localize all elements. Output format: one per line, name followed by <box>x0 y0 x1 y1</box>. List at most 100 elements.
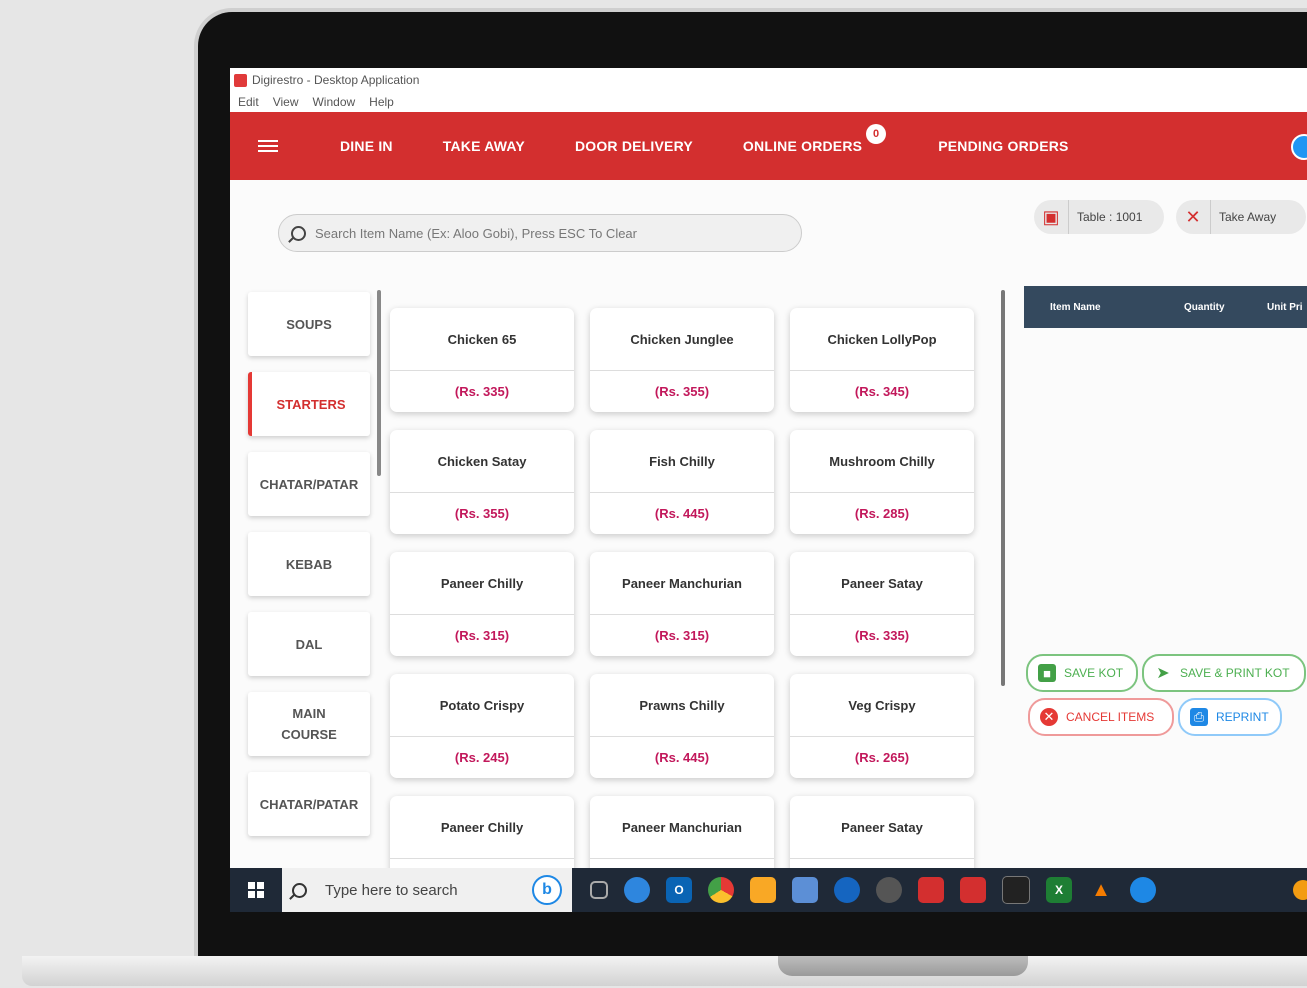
menu-view[interactable]: View <box>273 95 299 109</box>
category-scrollbar[interactable] <box>377 290 381 476</box>
cancel-items-label: CANCEL ITEMS <box>1066 710 1155 724</box>
chair-icon: ▣ <box>1034 200 1069 234</box>
category-list: SOUPS STARTERS CHATAR/PATAR KEBAB DAL MA… <box>248 292 370 852</box>
send-icon: ➤ <box>1156 665 1170 682</box>
cutlery-icon: ✕ <box>1176 200 1211 234</box>
item-name: Potato Crispy <box>390 674 574 737</box>
item-price: (Rs. 355) <box>654 384 710 399</box>
item-name: Prawns Chilly <box>590 674 774 737</box>
taskbar-search-placeholder: Type here to search <box>325 881 458 899</box>
category-kebab[interactable]: KEBAB <box>248 532 370 596</box>
category-soups[interactable]: SOUPS <box>248 292 370 356</box>
chrome-icon[interactable] <box>708 877 734 903</box>
zoom-icon[interactable] <box>834 877 860 903</box>
bing-icon[interactable]: b <box>532 875 562 905</box>
category-dal[interactable]: DAL <box>248 612 370 676</box>
save-print-kot-button[interactable]: ➤ SAVE & PRINT KOT <box>1142 654 1306 692</box>
item-card[interactable]: Mushroom Chilly (Rs. 285) <box>790 430 974 534</box>
item-search-input[interactable]: Search Item Name (Ex: Aloo Gobi), Press … <box>278 214 802 252</box>
take-away-chip[interactable]: ✕ Take Away <box>1176 200 1306 234</box>
outlook-icon[interactable]: O <box>666 877 692 903</box>
item-name: Mushroom Chilly <box>790 430 974 493</box>
item-price: (Rs. 285) <box>854 506 910 521</box>
notification-icon[interactable] <box>1293 880 1307 900</box>
windows-start-icon[interactable] <box>248 882 264 898</box>
item-card[interactable]: Chicken Junglee (Rs. 355) <box>590 308 774 412</box>
table-chip[interactable]: ▣ Table : 1001 <box>1034 200 1164 234</box>
taskbar-apps: O X ▲ <box>590 876 1156 904</box>
app-screen: Digirestro - Desktop Application Edit Vi… <box>230 68 1307 912</box>
item-card[interactable]: Potato Crispy (Rs. 245) <box>390 674 574 778</box>
item-card[interactable]: Veg Crispy (Rs. 265) <box>790 674 974 778</box>
save-print-kot-label: SAVE & PRINT KOT <box>1180 666 1290 680</box>
item-price: (Rs. 355) <box>454 506 510 521</box>
category-starters[interactable]: STARTERS <box>248 372 370 436</box>
hamburger-menu-icon[interactable] <box>258 140 278 152</box>
save-kot-label: SAVE KOT <box>1064 666 1124 680</box>
pos-content: Search Item Name (Ex: Aloo Gobi), Press … <box>230 180 1307 912</box>
menu-edit[interactable]: Edit <box>238 95 259 109</box>
item-card[interactable]: Prawns Chilly (Rs. 445) <box>590 674 774 778</box>
top-nav: DINE IN TAKE AWAY DOOR DELIVERY ONLINE O… <box>230 112 1307 180</box>
vlc-icon[interactable]: ▲ <box>1088 877 1114 903</box>
item-card[interactable]: Paneer Manchurian (Rs. 315) <box>590 552 774 656</box>
cancel-items-button[interactable]: ✕ CANCEL ITEMS <box>1028 698 1174 736</box>
task-view-icon[interactable] <box>590 881 608 899</box>
notes-icon[interactable] <box>792 877 818 903</box>
menu-window[interactable]: Window <box>312 95 355 109</box>
item-name: Paneer Satay <box>790 796 974 859</box>
item-name: Chicken 65 <box>390 308 574 371</box>
taskbar-search-input[interactable]: Type here to search b <box>282 868 572 912</box>
category-main-course[interactable]: MAIN COURSE <box>248 692 370 756</box>
save-kot-button[interactable]: ■ SAVE KOT <box>1026 654 1138 692</box>
item-name: Chicken Satay <box>390 430 574 493</box>
online-orders-badge: 0 <box>866 124 887 144</box>
nav-pending-orders[interactable]: PENDING ORDERS <box>938 138 1068 154</box>
category-chatar-patar[interactable]: CHATAR/PATAR <box>248 452 370 516</box>
laptop-base <box>22 956 1307 986</box>
file-explorer-icon[interactable] <box>750 877 776 903</box>
item-card[interactable]: Chicken 65 (Rs. 335) <box>390 308 574 412</box>
edge-icon[interactable] <box>624 877 650 903</box>
item-name: Paneer Chilly <box>390 552 574 615</box>
teamviewer-icon[interactable] <box>1130 877 1156 903</box>
item-price: (Rs. 445) <box>654 506 710 521</box>
nav-door-delivery[interactable]: DOOR DELIVERY <box>575 138 693 154</box>
terminal-icon[interactable] <box>1002 876 1030 904</box>
item-card[interactable]: Paneer Chilly (Rs. 315) <box>390 552 574 656</box>
excel-icon[interactable]: X <box>1046 877 1072 903</box>
item-price: (Rs. 245) <box>454 750 510 765</box>
reprint-button[interactable]: ⎙ REPRINT <box>1178 698 1282 736</box>
digirestro-app-icon[interactable] <box>918 877 944 903</box>
search-icon <box>291 225 306 241</box>
printer-icon: ⎙ <box>1190 708 1208 726</box>
category-chatar-patar-2[interactable]: CHATAR/PATAR <box>248 772 370 836</box>
save-icon: ■ <box>1038 664 1056 682</box>
item-name: Paneer Manchurian <box>590 796 774 859</box>
cancel-icon: ✕ <box>1040 708 1058 726</box>
item-card[interactable]: Chicken Satay (Rs. 355) <box>390 430 574 534</box>
item-card[interactable]: Paneer Satay (Rs. 335) <box>790 552 974 656</box>
menu-help[interactable]: Help <box>369 95 394 109</box>
windows-taskbar: Type here to search b O X ▲ <box>230 868 1307 912</box>
item-grid-scrollbar[interactable] <box>1001 290 1005 686</box>
col-quantity: Quantity <box>1184 301 1225 313</box>
item-price: (Rs. 445) <box>654 750 710 765</box>
settings-gear-icon[interactable] <box>876 877 902 903</box>
menu-bar: Edit View Window Help <box>230 92 1307 112</box>
title-bar: Digirestro - Desktop Application <box>230 68 1307 92</box>
nav-dine-in[interactable]: DINE IN <box>340 138 393 154</box>
item-grid: Chicken 65 (Rs. 335) Chicken Junglee (Rs. … <box>390 308 976 900</box>
user-avatar[interactable] <box>1291 134 1307 160</box>
order-table-header: Item Name Quantity Unit Pri <box>1024 286 1307 328</box>
anydesk-icon[interactable] <box>960 877 986 903</box>
item-card[interactable]: Chicken LollyPop (Rs. 345) <box>790 308 974 412</box>
item-card[interactable]: Fish Chilly (Rs. 445) <box>590 430 774 534</box>
window-title: Digirestro - Desktop Application <box>252 73 420 87</box>
item-price: (Rs. 315) <box>654 628 710 643</box>
nav-take-away[interactable]: TAKE AWAY <box>443 138 525 154</box>
item-name: Chicken Junglee <box>590 308 774 371</box>
nav-online-orders[interactable]: ONLINE ORDERS 0 <box>743 124 887 154</box>
search-placeholder: Search Item Name (Ex: Aloo Gobi), Press … <box>315 225 637 241</box>
item-name: Paneer Satay <box>790 552 974 615</box>
